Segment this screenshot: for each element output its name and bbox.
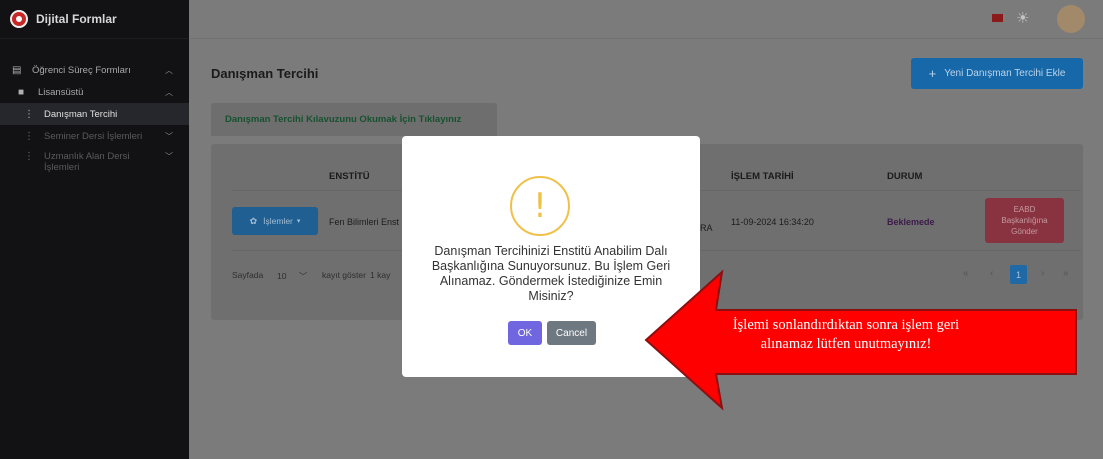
sidebar-item-lisansustu[interactable]: ■ Lisansüstü ︿ [0, 81, 189, 103]
avatar[interactable] [1057, 5, 1085, 33]
logo-icon [10, 10, 28, 28]
chevron-up-icon: ︿ [165, 87, 173, 97]
ok-button[interactable]: OK [508, 321, 542, 345]
pager-suffix: kayıt göster [322, 270, 366, 280]
topbar: ☀ [189, 0, 1103, 39]
tr-flag-icon[interactable] [992, 14, 1003, 22]
caret-down-icon: ▾ [296, 218, 301, 225]
pager-info: 1 kay [370, 270, 391, 280]
add-button-label: Yeni Danışman Tercihi Ekle [944, 68, 1066, 79]
pager-prefix: Sayfada [232, 270, 264, 280]
sidebar-item-label: Öğrenci Süreç Formları [32, 64, 131, 76]
chevron-up-icon: ︿ [165, 65, 173, 75]
sidebar-item-label: Danışman Tercihi [44, 108, 118, 120]
chevron-down-icon: ﹀ [165, 152, 173, 161]
guide-tab[interactable]: Danışman Tercihi Kılavuzunu Okumak İçin … [211, 103, 497, 136]
islemler-label: İşlemler [263, 216, 293, 226]
sidebar-item-seminer-dersi[interactable]: ⋮ Seminer Dersi İşlemleri ﹀ [0, 125, 189, 147]
plus-icon: + [928, 66, 937, 81]
chevron-down-icon: ﹀ [298, 271, 308, 281]
page-size-select[interactable]: 10 ﹀ [277, 270, 307, 282]
page-title: Danışman Tercihi [211, 66, 319, 81]
exclamation-icon: ! [533, 186, 547, 226]
column-header-durum[interactable]: DURUM [887, 171, 922, 182]
cell-partial: RA [700, 223, 713, 233]
kebab-icon: ⋮ [24, 151, 34, 162]
sidebar-item-uzmanlik-alan-dersi[interactable]: ⋮ Uzmanlık Alan Dersi İşlemleri ﹀ [0, 147, 189, 187]
gear-icon: ✿ [249, 215, 258, 226]
warning-icon: ! [510, 176, 570, 236]
sidebar-item-label: Lisansüstü [38, 86, 84, 98]
callout-text: İşlemi sonlandırdıktan sonra işlem geri … [732, 317, 960, 352]
sidebar-item-danisman-tercihi[interactable]: ⋮ Danışman Tercihi [0, 103, 189, 125]
sidebar-item-ogrenci-surec-formlari[interactable]: ▤ Öğrenci Süreç Formları ︿ [0, 59, 189, 81]
sidebar: Dijital Formlar ▤ Öğrenci Süreç Formları… [0, 0, 189, 459]
app-title: Dijital Formlar [36, 12, 117, 26]
sidebar-item-label: Uzmanlık Alan Dersi İşlemleri [44, 151, 130, 173]
kebab-icon: ⋮ [24, 130, 34, 142]
document-icon: ■ [18, 86, 25, 98]
islemler-button[interactable]: ✿ İşlemler ▾ [232, 207, 318, 235]
sidebar-item-label: Seminer Dersi İşlemleri [44, 130, 143, 142]
sidebar-nav: ▤ Öğrenci Süreç Formları ︿ ■ Lisansüstü … [0, 39, 189, 187]
kebab-icon: ⋮ [24, 108, 34, 120]
column-header-enstitu[interactable]: ENSTİTÜ [329, 171, 370, 182]
add-danisman-tercihi-button[interactable]: + Yeni Danışman Tercihi Ekle [911, 58, 1083, 89]
eabd-gonder-button[interactable]: EABD Başkanlığına Gönder [985, 198, 1064, 243]
chevron-down-icon: ﹀ [165, 131, 173, 141]
status-badge: Beklemede [887, 217, 935, 227]
column-header-islem-tarihi[interactable]: İŞLEM TARİHİ [731, 171, 794, 182]
cell-islem-tarihi: 11-09-2024 16:34:20 [731, 217, 814, 227]
form-icon: ▤ [12, 64, 22, 76]
sun-icon[interactable]: ☀ [1016, 9, 1029, 27]
brand[interactable]: Dijital Formlar [0, 0, 189, 39]
cancel-button[interactable]: Cancel [547, 321, 596, 345]
page-size-value: 10 [277, 271, 287, 281]
cell-enstitu: Fen Bilimleri Enst [329, 217, 400, 227]
